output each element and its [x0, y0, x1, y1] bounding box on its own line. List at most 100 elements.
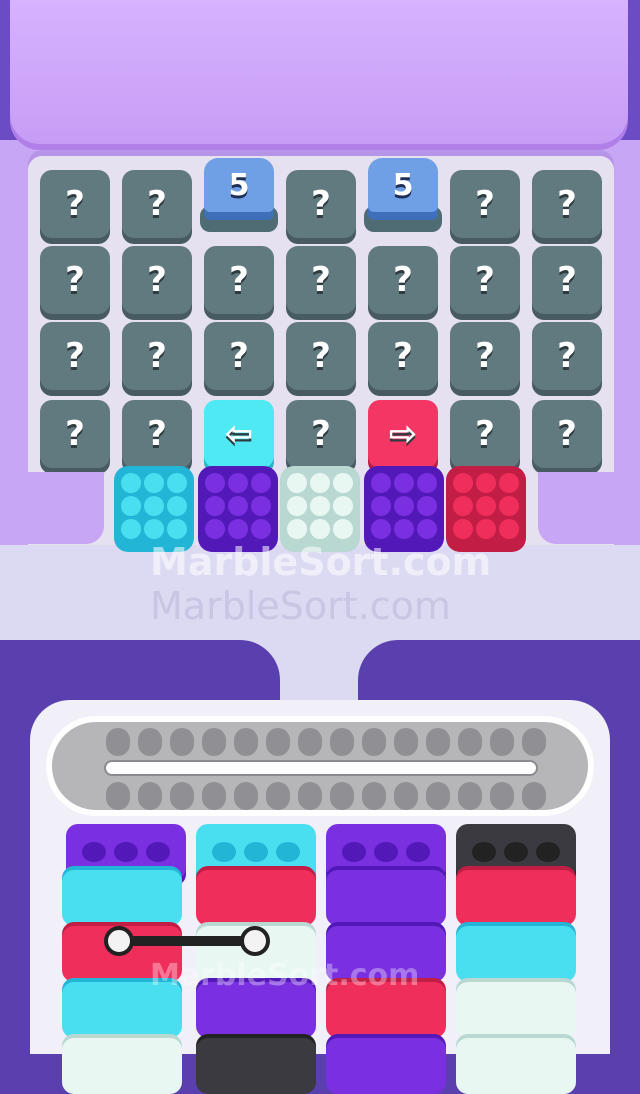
- hidden-tile[interactable]: ?: [204, 246, 274, 314]
- stack-block-purple[interactable]: [326, 870, 446, 926]
- hidden-tile[interactable]: ?: [40, 170, 110, 238]
- arrow-left-icon[interactable]: ⇦: [204, 400, 274, 468]
- conveyor-slot: [170, 728, 194, 756]
- marble: [333, 496, 353, 516]
- stack-block-dark[interactable]: [196, 1038, 316, 1094]
- marble-hole: [276, 842, 300, 862]
- marble: [287, 519, 307, 539]
- marble-box-cyan[interactable]: [114, 466, 194, 546]
- count-tile[interactable]: 5: [368, 158, 438, 212]
- stack-block-white[interactable]: [62, 1038, 182, 1094]
- marble: [310, 473, 330, 493]
- marble-box-purple[interactable]: [364, 466, 444, 546]
- marble: [287, 473, 307, 493]
- conveyor-slot: [266, 728, 290, 756]
- conveyor-slot: [362, 728, 386, 756]
- hidden-tile[interactable]: ?: [40, 246, 110, 314]
- conveyor-slot: [298, 782, 322, 810]
- hidden-tile[interactable]: ?: [286, 170, 356, 238]
- marble: [394, 519, 414, 539]
- hidden-tile[interactable]: ?: [286, 322, 356, 390]
- stack-block-white[interactable]: [456, 1038, 576, 1094]
- hidden-tile[interactable]: ?: [450, 400, 520, 468]
- conveyor-slot: [266, 782, 290, 810]
- marble: [310, 496, 330, 516]
- marble-hole: [342, 842, 366, 862]
- conveyor-slot: [170, 782, 194, 810]
- hidden-tile[interactable]: ?: [368, 322, 438, 390]
- stack-block-red[interactable]: [456, 870, 576, 926]
- marble: [167, 473, 187, 493]
- marble: [144, 496, 164, 516]
- conveyor-center-bar: [104, 760, 538, 776]
- conveyor-slot: [426, 728, 450, 756]
- stack-block-white[interactable]: [456, 982, 576, 1038]
- right-ledge: [538, 472, 640, 544]
- left-ledge: [0, 472, 104, 544]
- marble: [371, 519, 391, 539]
- link-node-right: [240, 926, 270, 956]
- hidden-tile[interactable]: ?: [40, 322, 110, 390]
- marble: [310, 519, 330, 539]
- hidden-tile[interactable]: ?: [122, 400, 192, 468]
- marble: [251, 519, 271, 539]
- stack-block-cyan[interactable]: [62, 870, 182, 926]
- marble: [394, 496, 414, 516]
- hidden-tile[interactable]: ?: [532, 246, 602, 314]
- count-tile[interactable]: 5: [204, 158, 274, 212]
- hidden-tile[interactable]: ?: [122, 246, 192, 314]
- conveyor-slot: [522, 728, 546, 756]
- conveyor-slot: [138, 782, 162, 810]
- stack-block-red[interactable]: [196, 870, 316, 926]
- conveyor-slot: [394, 728, 418, 756]
- hidden-tile[interactable]: ?: [122, 322, 192, 390]
- marble: [499, 473, 519, 493]
- marble: [251, 496, 271, 516]
- hidden-tile[interactable]: ?: [40, 400, 110, 468]
- conveyor-slot: [106, 728, 130, 756]
- link-connector: [118, 936, 258, 946]
- conveyor-slot: [330, 782, 354, 810]
- marble: [228, 496, 248, 516]
- hidden-tile[interactable]: ?: [450, 246, 520, 314]
- marble: [167, 496, 187, 516]
- marble-hole: [212, 842, 236, 862]
- marble-hole: [374, 842, 398, 862]
- marble: [499, 519, 519, 539]
- marble-hole: [536, 842, 560, 862]
- marble-hole: [472, 842, 496, 862]
- hidden-tile[interactable]: ?: [368, 246, 438, 314]
- hidden-tile[interactable]: ?: [532, 400, 602, 468]
- marble: [417, 519, 437, 539]
- conveyor-slot: [234, 728, 258, 756]
- marble: [417, 496, 437, 516]
- conveyor-slot: [298, 728, 322, 756]
- link-node-left: [104, 926, 134, 956]
- conveyor-slot: [330, 728, 354, 756]
- marble: [287, 496, 307, 516]
- conveyor-slot: [394, 782, 418, 810]
- marble-box-purple[interactable]: [198, 466, 278, 546]
- hidden-tile[interactable]: ?: [450, 170, 520, 238]
- hidden-tile[interactable]: ?: [532, 170, 602, 238]
- hidden-tile[interactable]: ?: [450, 322, 520, 390]
- stack-block-purple[interactable]: [326, 1038, 446, 1094]
- arrow-right-icon[interactable]: ⇨: [368, 400, 438, 468]
- hidden-tile[interactable]: ?: [286, 246, 356, 314]
- marble: [476, 519, 496, 539]
- marble-hole: [114, 842, 138, 862]
- hidden-tile[interactable]: ?: [204, 322, 274, 390]
- marble-box-red[interactable]: [446, 466, 526, 546]
- marble-box-white[interactable]: [280, 466, 360, 546]
- marble-hole: [406, 842, 430, 862]
- marble: [453, 519, 473, 539]
- conveyor-slot: [458, 728, 482, 756]
- marble: [228, 519, 248, 539]
- hidden-tile[interactable]: ?: [122, 170, 192, 238]
- conveyor-slot: [234, 782, 258, 810]
- marble: [121, 496, 141, 516]
- hidden-tile[interactable]: ?: [286, 400, 356, 468]
- marble: [394, 473, 414, 493]
- hidden-tile[interactable]: ?: [532, 322, 602, 390]
- stack-block-cyan[interactable]: [456, 926, 576, 982]
